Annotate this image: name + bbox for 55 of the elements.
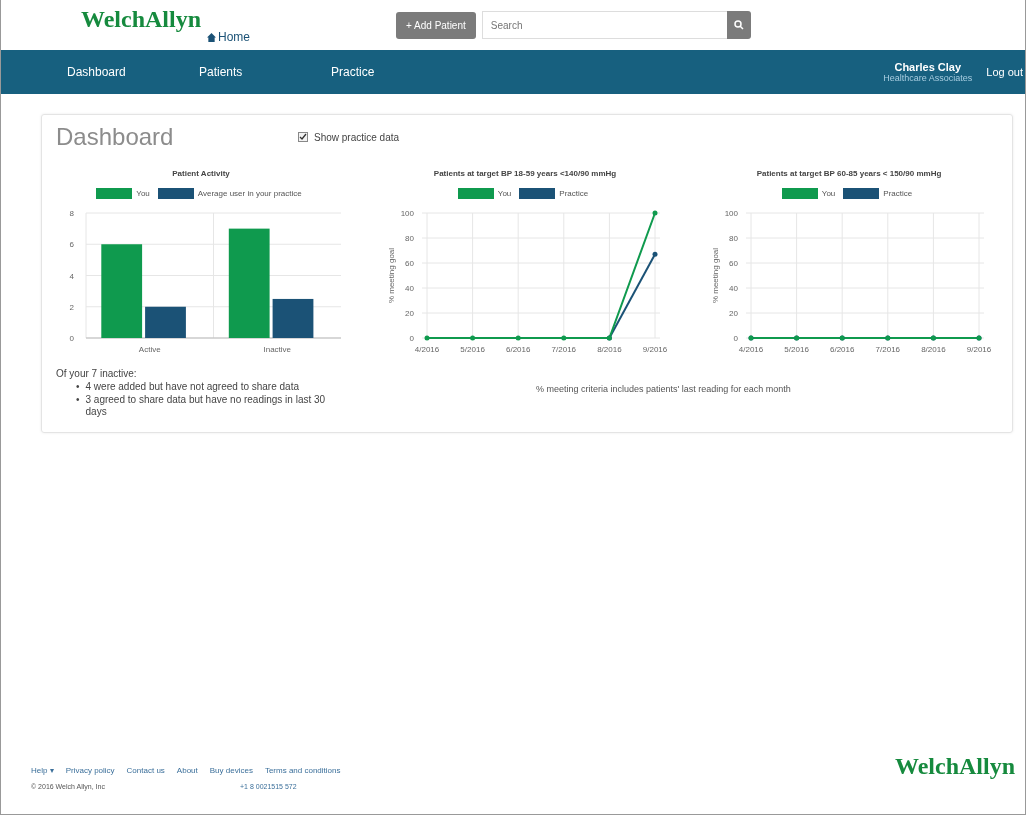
axis-tick-label: 4/2016 [414, 345, 440, 354]
user-organization: Healthcare Associates [883, 73, 973, 83]
legend-label: You [821, 189, 836, 198]
brand-logo: WelchAllyn [81, 7, 202, 31]
user-name: Charles Clay [894, 61, 962, 73]
axis-tick-label: 80 [729, 234, 738, 243]
axis-tick-label: 100 [724, 209, 738, 218]
axis-tick-label: 0 [733, 334, 738, 343]
axis-tick-label: 20 [405, 309, 414, 318]
list-item: 3 agreed to share data but have no readings in last 30 days [85, 394, 327, 418]
footer-logo: WelchAllyn [895, 753, 1015, 780]
page-title: Dashboard [56, 123, 175, 151]
axis-tick-label: 5/2016 [784, 345, 809, 354]
legend-label: Average user in your practice [197, 189, 302, 198]
axis-tick-label: Active [138, 345, 161, 354]
axis-tick-label: 60 [729, 259, 738, 268]
axis-tick-label: 2 [69, 302, 74, 312]
chart-title: Patient Activity [172, 169, 230, 178]
axis-tick-label: 6 [69, 240, 74, 250]
axis-tick-label: 20 [729, 309, 738, 318]
axis-tick-label: 0 [409, 334, 414, 343]
axis-tick-label: 8 [69, 209, 74, 218]
axis-label: % meeting goal [387, 247, 396, 304]
axis-tick-label: 6/2016 [505, 345, 531, 354]
axis-tick-label: 100 [400, 209, 414, 218]
list-item: 4 were added but have not agreed to share data [85, 381, 299, 393]
logo-subtitle: Home [218, 31, 250, 43]
axis-tick-label: 0 [69, 334, 74, 343]
axis-tick-label: 7/2016 [875, 345, 901, 354]
axis-label: % meeting goal [711, 247, 720, 304]
checkbox-label: Show practice data [314, 131, 400, 143]
axis-tick-label: 40 [729, 284, 738, 293]
chart-note: % meeting criteria includes patients' last reading for each month [536, 384, 791, 396]
legend-label: You [497, 189, 512, 198]
axis-tick-label: 60 [405, 259, 414, 268]
axis-tick-label: 5/2016 [460, 345, 485, 354]
bullet: • [76, 381, 80, 393]
axis-tick-label: 8/2016 [597, 345, 622, 354]
axis-tick-label: 7/2016 [551, 345, 577, 354]
axis-tick-label: 4 [69, 271, 74, 281]
legend-label: Practice [559, 189, 589, 198]
legend-label: You [136, 189, 150, 198]
axis-tick-label: 40 [405, 284, 414, 293]
chart-title: Patients at target BP 18-59 years <140/90 mmHg [433, 169, 617, 178]
axis-tick-label: Inactive [263, 345, 292, 354]
bullet: • [76, 394, 80, 406]
axis-tick-label: 6/2016 [829, 345, 855, 354]
legend-label: Practice [883, 189, 913, 198]
chart-title: Patients at target BP 60-85 years < 150/90 mmHg [756, 169, 942, 178]
axis-tick-label: 4/2016 [738, 345, 764, 354]
inactive-summary: Of your 7 inactive: [56, 368, 137, 379]
axis-tick-label: 9/2016 [642, 345, 668, 354]
axis-tick-label: 8/2016 [921, 345, 946, 354]
axis-tick-label: 9/2016 [966, 345, 992, 354]
axis-tick-label: 80 [405, 234, 414, 243]
